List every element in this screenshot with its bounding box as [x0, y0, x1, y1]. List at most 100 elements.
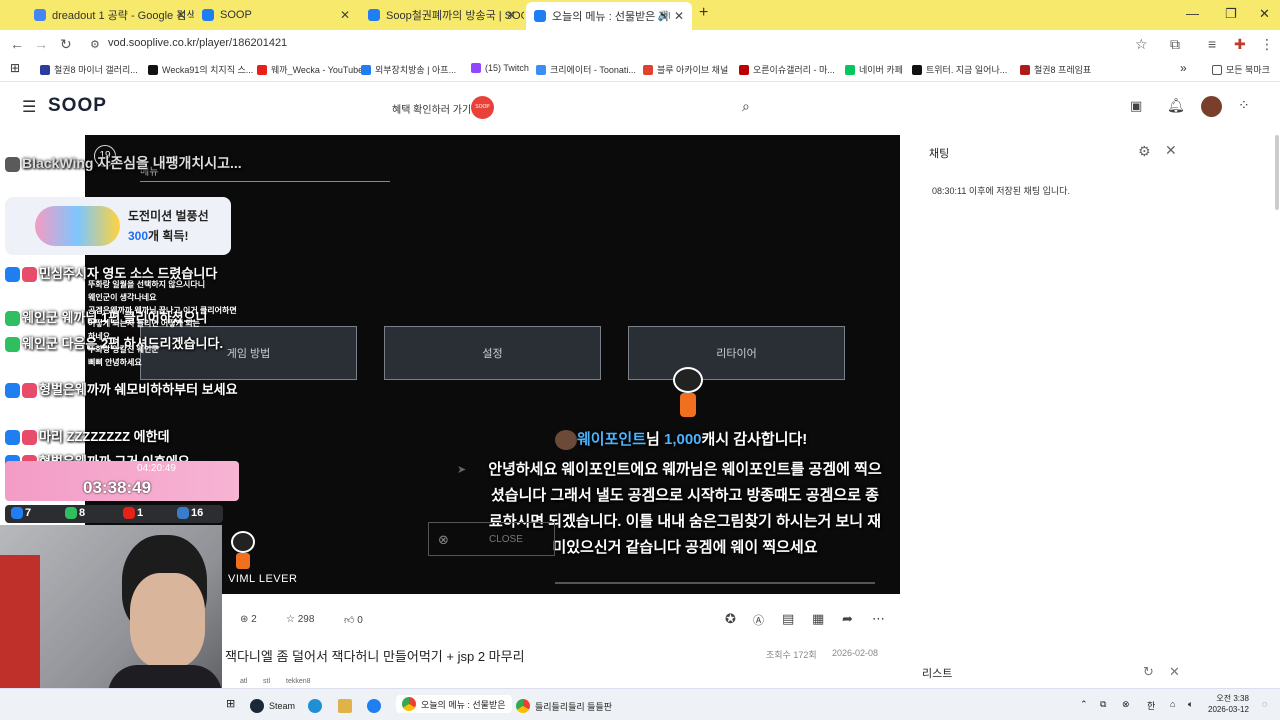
site-info-icon[interactable]: ⚙ — [90, 38, 100, 51]
clock[interactable]: 오전 3:38 2026-03-12 — [1208, 693, 1249, 715]
desktop-label: atl — [240, 678, 248, 685]
bookmark-item[interactable]: 철권8 마이너 갤러리... — [40, 63, 138, 76]
bookmark-item[interactable]: (15) Twitch — [471, 63, 529, 73]
taskbar-edge[interactable] — [308, 699, 327, 713]
apps-icon[interactable]: ⊞ — [10, 61, 20, 75]
grid-menu-icon[interactable]: ⁘ — [1238, 97, 1250, 114]
bookmark-item[interactable]: Wecka91의 치지직 스... — [148, 63, 253, 76]
url-input[interactable]: vod.sooplive.co.kr/player/186201421 — [108, 37, 287, 49]
bookmark-item[interactable]: 외부장치방송 | 아프... — [361, 63, 456, 76]
clip-icon[interactable]: ▦ — [812, 611, 824, 627]
youtube-icon — [257, 64, 267, 75]
gift-icon[interactable]: ▤ — [782, 611, 794, 627]
media-icon[interactable]: ≡ — [1208, 36, 1216, 52]
bookmark-item[interactable]: 철권8 프레임표 — [1020, 63, 1091, 76]
bookmark-favicon-icon — [148, 64, 158, 75]
tab-soop-station[interactable]: Soop철권폐까의 방송국 | SOOP ✕ — [360, 4, 524, 26]
close-window-icon[interactable]: ✕ — [1259, 6, 1270, 22]
avatar[interactable] — [1201, 96, 1222, 117]
windows-start-icon[interactable]: ⊞ — [226, 697, 235, 710]
chat-panel: 채팅 ⚙ ✕ 08:30:11 이후에 저장된 채팅 입니다. — [900, 135, 1280, 655]
ad-balloon-icon[interactable]: Ⓐ — [753, 612, 764, 628]
mouse-cursor-icon: ➤ — [457, 464, 467, 476]
close-overlay-button[interactable]: ⊗ CLOSE — [428, 522, 555, 556]
bookmark-favicon-icon — [361, 64, 371, 75]
browser-tab-strip: dreadout 1 공략 - Google 검색 ✕ SOOP ✕ Soop철… — [0, 0, 1280, 30]
game-settings-button[interactable]: 설정 — [384, 326, 601, 380]
edge-icon — [308, 699, 322, 713]
google-icon — [34, 9, 46, 21]
extensions-icon[interactable]: ⧉ — [1170, 36, 1180, 53]
forward-icon[interactable]: → — [34, 36, 48, 52]
close-icon[interactable]: ✕ — [176, 8, 186, 22]
close-icon[interactable]: ✕ — [340, 8, 350, 22]
bookmark-item[interactable]: 블루 아카이브 채널 — [643, 63, 728, 76]
close-circle-icon: ⊗ — [438, 532, 449, 547]
bookmark-folder[interactable]: 모든 북마크 — [1212, 63, 1270, 76]
tray-icon[interactable]: ⧉ — [1100, 699, 1106, 710]
ime-indicator[interactable]: 한 — [1147, 699, 1155, 712]
promo-link[interactable]: 혜택 확인하러 가기 — [392, 101, 471, 116]
close-icon[interactable]: ✕ — [506, 8, 516, 22]
search-icon[interactable]: ⌕ — [742, 98, 750, 115]
extension-icon[interactable]: ✚ — [1234, 36, 1246, 53]
volume-icon[interactable]: 🔈︎ — [1188, 699, 1193, 710]
close-icon[interactable]: ✕ — [674, 9, 684, 23]
scrollbar[interactable] — [1275, 135, 1279, 210]
taskbar-files[interactable] — [338, 699, 357, 713]
view-count: 조회수 172회 — [766, 650, 817, 660]
new-tab-icon[interactable]: + — [699, 4, 708, 22]
bookmark-item[interactable]: 크리에이터 - Toonati... — [536, 63, 636, 76]
speaker-icon[interactable]: 🔊 — [658, 11, 670, 22]
bookmark-favicon-icon — [40, 64, 50, 75]
tab-label: Soop철권폐까의 방송국 | SOOP — [386, 10, 524, 22]
taskbar-chrome-active[interactable]: 오늘의 메뉴 : 선물받은 — [396, 695, 512, 713]
game-retire-button[interactable]: 리타이어 — [628, 326, 845, 380]
close-icon[interactable]: ✕ — [1169, 664, 1180, 680]
bookmark-item[interactable]: 웨까_Wecka - YouTube — [257, 63, 363, 76]
reload-icon[interactable]: ↻ — [60, 36, 72, 53]
bookmark-item[interactable]: 오른이슈갤러리 - 마... — [739, 63, 835, 76]
bookmarks-bar: ⊞ 철권8 마이너 갤러리... Wecka91의 치지직 스... 웨까_We… — [0, 58, 1280, 82]
x-icon — [912, 64, 922, 75]
taskbar-chrome-2[interactable]: 들리들리들리 들들판 — [516, 699, 612, 713]
tab-active-player[interactable]: 오늘의 메뉴 : 선물받은 잭다 🔊 ✕ — [526, 2, 692, 30]
more-menu-icon[interactable]: ⋮ — [1260, 36, 1274, 53]
bookmark-item[interactable]: 네이버 카페 — [845, 63, 903, 76]
soop-icon — [11, 507, 23, 520]
up-button[interactable]: ⊛ 2 — [240, 614, 257, 625]
chrome-icon — [402, 697, 416, 711]
chzzk-badge-icon — [5, 156, 20, 172]
back-icon[interactable]: ← — [10, 36, 24, 52]
close-icon[interactable]: ✕ — [1165, 142, 1177, 159]
notification-icon[interactable]: ◌ — [1262, 699, 1267, 709]
taskbar-steam[interactable]: Steam — [250, 699, 295, 713]
promo-badge[interactable]: SOOP — [471, 96, 494, 119]
balloon-icon[interactable]: ✪ — [725, 611, 736, 627]
soop-logo[interactable]: SOOP — [48, 95, 107, 117]
tab-google-search[interactable]: dreadout 1 공략 - Google 검색 ✕ — [26, 4, 194, 26]
network-icon[interactable]: ⌂ — [1170, 699, 1175, 709]
more-icon[interactable]: ⋯ — [872, 611, 885, 627]
maximize-icon[interactable]: ❐ — [1225, 6, 1237, 22]
tab-soop[interactable]: SOOP ✕ — [194, 4, 358, 26]
favorite-button[interactable]: ☆ 298 — [286, 614, 314, 625]
bookmark-star-icon[interactable]: ☆ — [1135, 36, 1148, 53]
bookmark-item[interactable]: 트위터. 지금 일어나... — [912, 63, 1007, 76]
progress-bar[interactable] — [555, 582, 875, 584]
tray-icon[interactable]: ⊗ — [1122, 699, 1130, 710]
hamburger-menu-icon[interactable]: ☰ — [22, 97, 36, 117]
minimize-icon[interactable]: — — [1186, 6, 1199, 21]
folder-icon — [338, 699, 352, 713]
refresh-icon[interactable]: ↻ — [1143, 664, 1154, 680]
taskbar-soop[interactable] — [367, 699, 386, 713]
chevron-right-icon[interactable]: » — [1180, 61, 1187, 75]
share-icon[interactable]: ➦ — [842, 611, 853, 627]
video-action-bar: ⊛ 2 ☆ 298 👍︎ 0 ✪ Ⓐ ▤ ▦ ➦ ⋯ — [222, 605, 900, 635]
broadcast-icon[interactable]: ▣ — [1130, 98, 1142, 114]
gear-icon[interactable]: ⚙ — [1138, 143, 1151, 160]
bell-icon[interactable]: 🔔︎ — [1167, 97, 1185, 114]
tray-chevron-icon[interactable]: ⌃ — [1080, 699, 1088, 710]
thumbs-button[interactable]: 👍︎ 0 — [344, 614, 363, 626]
donator-avatar — [555, 430, 577, 451]
